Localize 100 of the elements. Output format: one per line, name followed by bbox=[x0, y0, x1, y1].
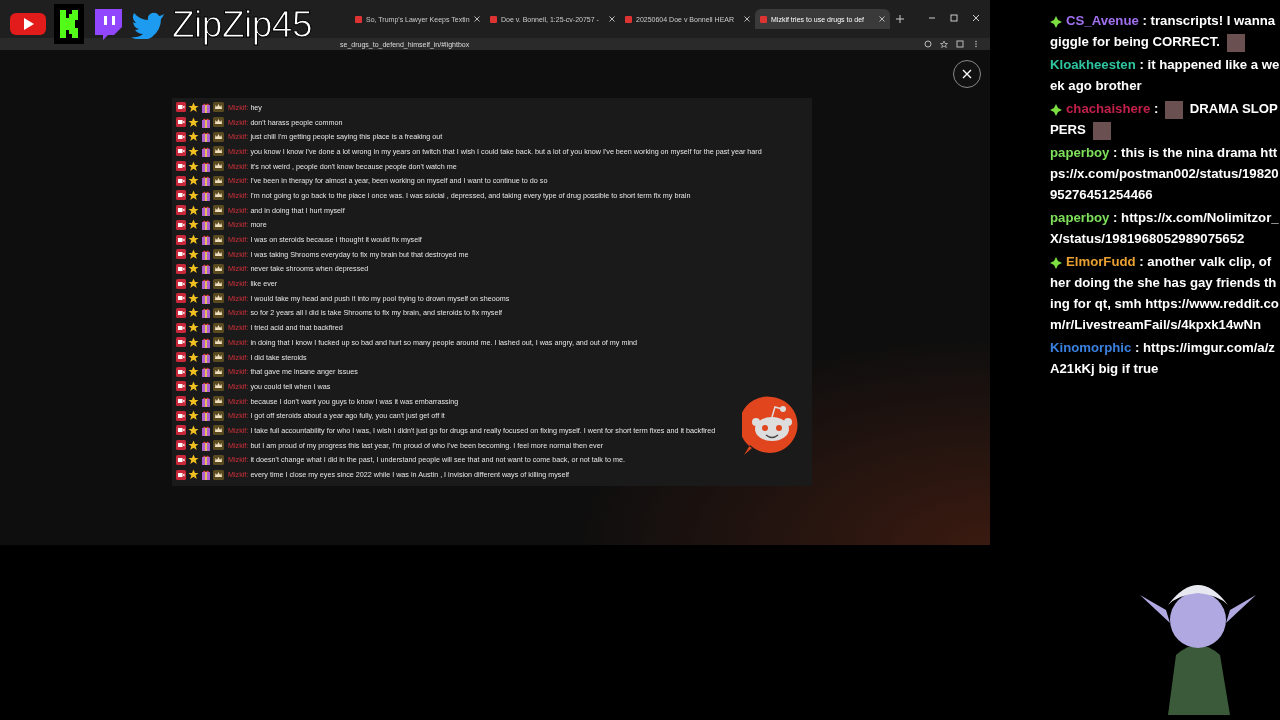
video-badge-icon bbox=[176, 440, 186, 451]
tab-close-icon[interactable] bbox=[879, 16, 885, 22]
video-badge-icon bbox=[176, 366, 186, 377]
star-badge-icon bbox=[188, 101, 199, 113]
crown-badge-icon bbox=[213, 337, 224, 348]
crown-badge-icon bbox=[213, 219, 224, 230]
video-badge-icon bbox=[176, 249, 186, 260]
gift-badge-icon bbox=[201, 101, 211, 113]
favicon-icon bbox=[355, 15, 362, 23]
menu-icon[interactable] bbox=[972, 40, 980, 48]
crown-badge-icon bbox=[213, 366, 224, 377]
favicon-icon bbox=[490, 15, 497, 23]
video-badge-icon bbox=[176, 205, 186, 216]
video-badge-icon bbox=[176, 396, 186, 407]
crown-badge-icon bbox=[213, 175, 224, 186]
sparkle-badge-icon bbox=[1050, 15, 1062, 28]
star-badge-icon bbox=[188, 219, 199, 231]
username: chachaishere bbox=[1066, 101, 1151, 116]
gift-badge-icon bbox=[201, 469, 211, 481]
gift-badge-icon bbox=[201, 395, 211, 407]
emote-image bbox=[1226, 33, 1245, 52]
star-badge-icon bbox=[188, 263, 199, 275]
close-icon[interactable] bbox=[972, 14, 980, 22]
star-badge-icon bbox=[188, 469, 199, 481]
star-badge-icon bbox=[188, 307, 199, 319]
crown-badge-icon bbox=[213, 146, 224, 157]
username: Kloakheesten bbox=[1050, 57, 1136, 72]
star-badge-icon bbox=[188, 160, 199, 172]
gift-badge-icon bbox=[201, 131, 211, 143]
gift-badge-icon bbox=[201, 116, 211, 128]
star-badge-icon bbox=[188, 439, 199, 451]
minimize-icon[interactable] bbox=[928, 14, 936, 22]
gift-badge-icon bbox=[201, 278, 211, 290]
crown-badge-icon bbox=[213, 102, 224, 113]
crown-badge-icon bbox=[213, 190, 224, 201]
star-badge-icon bbox=[188, 234, 199, 246]
star-badge-icon bbox=[188, 248, 199, 260]
maximize-icon[interactable] bbox=[950, 14, 958, 22]
gift-badge-icon bbox=[201, 336, 211, 348]
star-badge-icon bbox=[188, 366, 199, 378]
gift-badge-icon bbox=[201, 307, 211, 319]
star-badge-icon bbox=[188, 454, 199, 466]
crown-badge-icon bbox=[213, 117, 224, 128]
gift-badge-icon bbox=[201, 454, 211, 466]
emote-image bbox=[1165, 100, 1184, 119]
tab-close-icon[interactable] bbox=[744, 16, 750, 22]
gift-badge-icon bbox=[201, 219, 211, 231]
crown-badge-icon bbox=[213, 307, 224, 318]
gift-badge-icon bbox=[201, 160, 211, 172]
star-badge-icon bbox=[188, 116, 199, 128]
crown-badge-icon bbox=[213, 440, 224, 451]
chat-message: CS_Avenue : transcripts! I wanna giggle for being CORRECT. bbox=[1050, 10, 1280, 52]
sparkle-badge-icon bbox=[1050, 103, 1062, 116]
video-badge-icon bbox=[176, 425, 186, 436]
video-badge-icon bbox=[176, 278, 186, 289]
star-icon[interactable] bbox=[940, 40, 948, 48]
video-badge-icon bbox=[176, 117, 186, 128]
video-badge-icon bbox=[176, 293, 186, 304]
close-icon bbox=[962, 69, 972, 79]
video-badge-icon bbox=[176, 175, 186, 186]
emote-image bbox=[1092, 121, 1111, 140]
crown-badge-icon bbox=[213, 381, 224, 392]
extension-icon[interactable] bbox=[956, 40, 964, 48]
gift-badge-icon bbox=[201, 410, 211, 422]
video-badge-icon bbox=[176, 219, 186, 230]
username: Kinomorphic bbox=[1050, 340, 1132, 355]
gift-badge-icon bbox=[201, 189, 211, 201]
star-badge-icon bbox=[188, 380, 199, 392]
gift-badge-icon bbox=[201, 263, 211, 275]
star-badge-icon bbox=[188, 410, 199, 422]
tab-close-icon[interactable] bbox=[609, 16, 615, 22]
star-badge-icon bbox=[188, 131, 199, 143]
video-badge-icon bbox=[176, 307, 186, 318]
gift-badge-icon bbox=[201, 175, 211, 187]
star-badge-icon bbox=[188, 322, 199, 334]
crown-badge-icon bbox=[213, 263, 224, 274]
video-badge-icon bbox=[176, 454, 186, 465]
gift-badge-icon bbox=[201, 145, 211, 157]
star-badge-icon bbox=[188, 424, 199, 436]
star-badge-icon bbox=[188, 145, 199, 157]
video-badge-icon bbox=[176, 410, 186, 421]
crown-badge-icon bbox=[213, 396, 224, 407]
star-badge-icon bbox=[188, 395, 199, 407]
zoom-icon[interactable] bbox=[924, 40, 932, 48]
username: paperboy bbox=[1050, 145, 1110, 160]
sparkle-badge-icon bbox=[1050, 256, 1062, 269]
crown-badge-icon bbox=[213, 425, 224, 436]
gift-badge-icon bbox=[201, 322, 211, 334]
channel-name: ZipZip45 bbox=[172, 5, 312, 43]
star-badge-icon bbox=[188, 175, 199, 187]
crown-badge-icon bbox=[213, 131, 224, 142]
crown-badge-icon bbox=[213, 352, 224, 363]
favicon-icon bbox=[760, 15, 767, 23]
star-badge-icon bbox=[188, 336, 199, 348]
chat-message: Kinomorphic : https://imgur.com/a/zA21kKj big if true bbox=[1050, 339, 1276, 378]
gift-badge-icon bbox=[201, 366, 211, 378]
video-badge-icon bbox=[176, 131, 186, 142]
video-badge-icon bbox=[176, 352, 186, 363]
tab-close-icon[interactable] bbox=[474, 16, 480, 22]
new-tab-icon[interactable] bbox=[896, 15, 904, 23]
